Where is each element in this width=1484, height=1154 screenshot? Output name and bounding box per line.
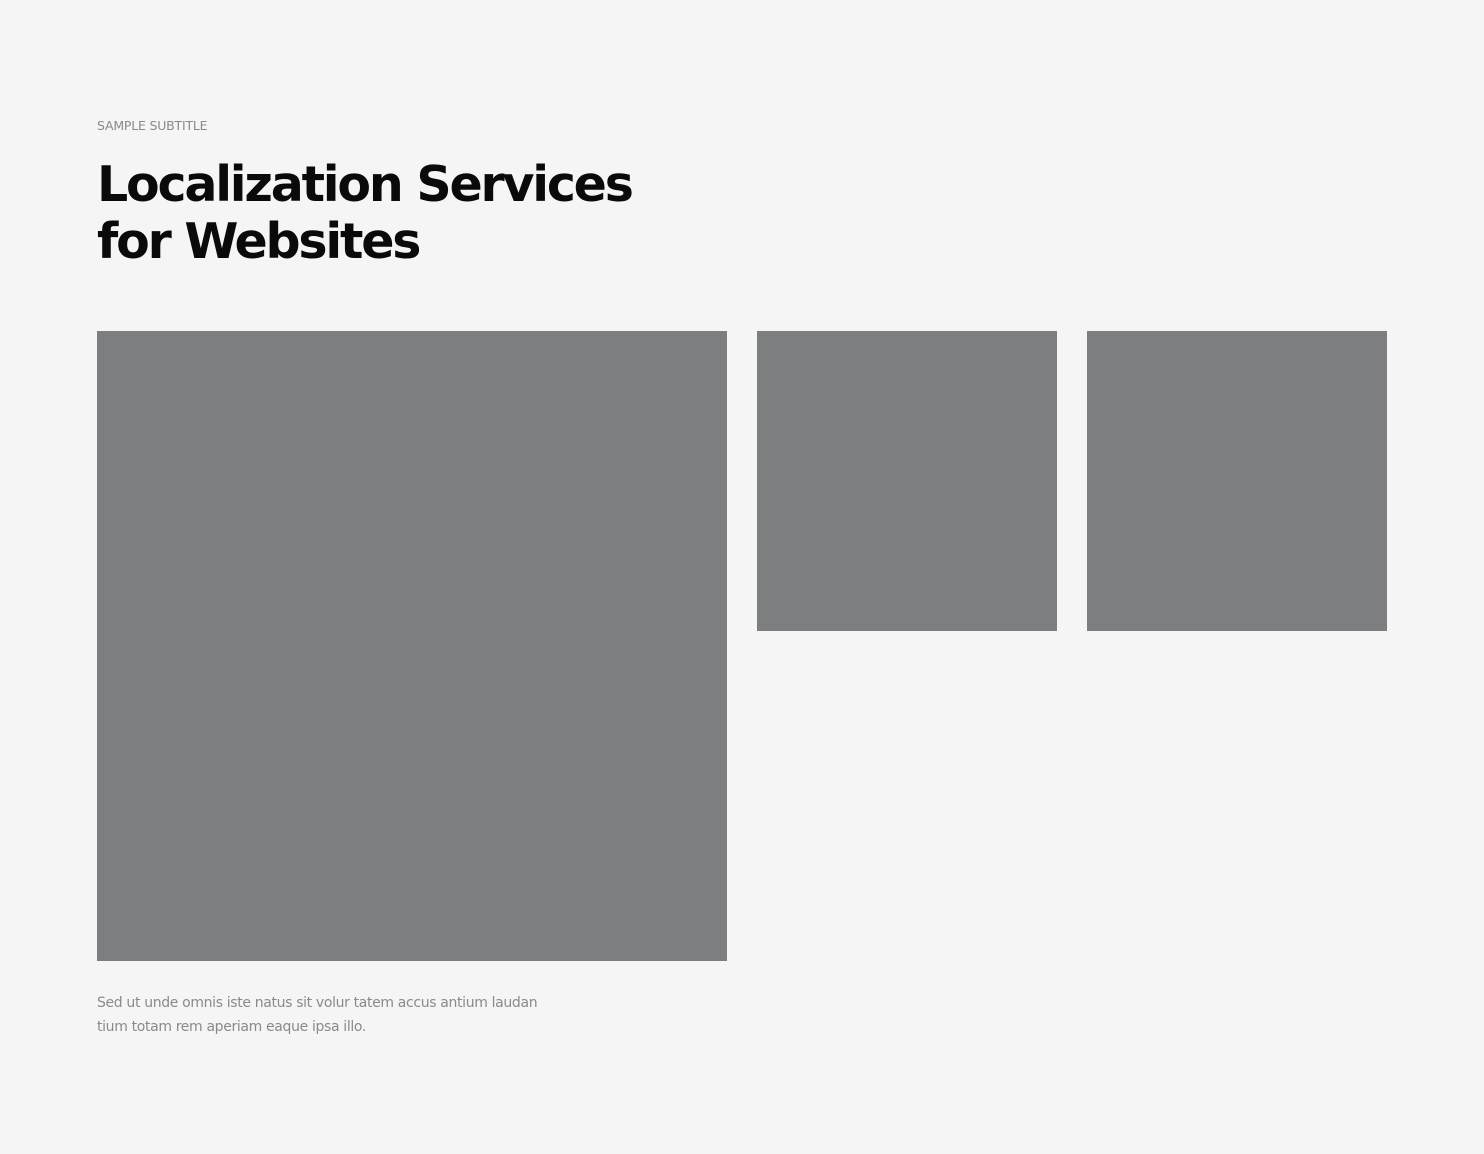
page-title-line-1: Localization Services — [97, 156, 634, 213]
page-title: Localization Services for Websites — [97, 156, 717, 270]
image-placeholder-small-2 — [1087, 331, 1387, 631]
page-title-line-2: for Websites — [97, 213, 421, 270]
image-placeholder-large — [97, 331, 727, 961]
section-subtitle: SAMPLE SUBTITLE — [97, 118, 208, 133]
description-line-1: Sed ut unde omnis iste natus sit volur t… — [97, 995, 538, 1011]
description-line-2: tium totam rem aperiam eaque ipsa illo. — [97, 1019, 366, 1035]
image-placeholder-small-1 — [757, 331, 1057, 631]
section-description: Sed ut unde omnis iste natus sit volur t… — [97, 991, 567, 1039]
